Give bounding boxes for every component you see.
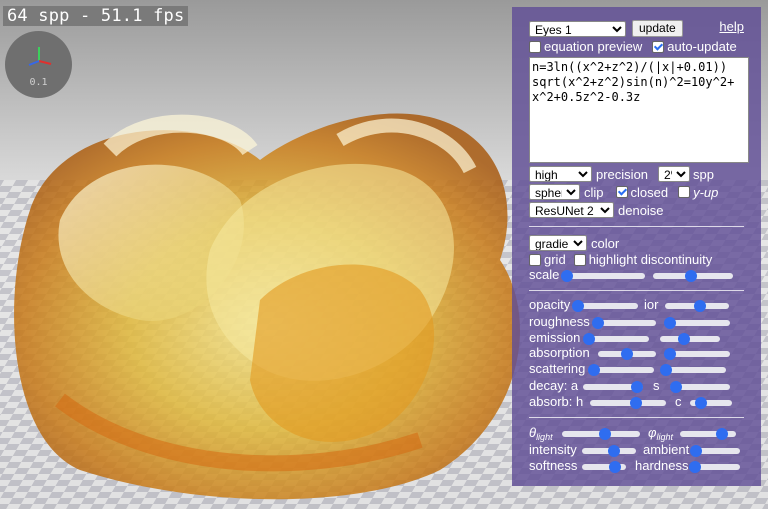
absorb-c-label: c (675, 394, 682, 409)
precision-label: precision (596, 166, 649, 182)
slider-thumb[interactable] (598, 428, 611, 440)
theta-subscript: light (536, 432, 553, 442)
theta-symbol: θ (529, 425, 537, 440)
axes-scale-label: 0.1 (29, 77, 48, 88)
softness-slider[interactable] (582, 461, 626, 473)
intensity-slider[interactable] (582, 445, 636, 457)
help-link[interactable]: help (719, 19, 744, 34)
scale-label: scale (529, 267, 560, 282)
slider-thumb[interactable] (694, 300, 707, 312)
ambient-slider[interactable] (690, 445, 740, 457)
divider (529, 417, 744, 418)
absorption-slider[interactable] (598, 348, 656, 360)
absorb-h-label: absorb: h (529, 394, 584, 409)
ior-label: ior (644, 297, 659, 312)
scale-slider-a[interactable] (561, 270, 645, 282)
hardness-slider[interactable] (689, 461, 740, 473)
opacity-slider[interactable] (572, 300, 638, 312)
slider-thumb[interactable] (678, 333, 690, 345)
auto-update-checkbox[interactable] (652, 40, 665, 53)
phi-light-label: φlight (648, 425, 673, 442)
slider-thumb[interactable] (572, 300, 584, 312)
slider-thumb[interactable] (592, 317, 604, 329)
slider-thumb[interactable] (690, 445, 702, 457)
slider-thumb[interactable] (631, 381, 643, 393)
slider-thumb[interactable] (664, 348, 676, 360)
absorption-label: absorption (529, 345, 590, 360)
preset-select[interactable]: Eyes 1 (529, 20, 626, 37)
scattering-slider-b[interactable] (660, 364, 726, 376)
y-up-label: y-up (693, 184, 719, 200)
slider-thumb[interactable] (608, 445, 621, 457)
scattering-label: scattering (529, 361, 586, 376)
axes-icon (28, 47, 52, 66)
hardness-label: hardness (635, 458, 689, 473)
absorb-h-slider[interactable] (590, 397, 666, 409)
slider-thumb[interactable] (694, 397, 707, 409)
decay-a-slider[interactable] (583, 381, 643, 393)
emission-label: emission (529, 330, 581, 345)
ior-slider[interactable] (665, 300, 729, 312)
ambient-label: ambient (643, 442, 690, 457)
color-label: color (591, 235, 620, 251)
intensity-label: intensity (529, 442, 577, 457)
opacity-label: opacity (529, 297, 571, 312)
softness-label: softness (529, 458, 578, 473)
clip-label: clip (584, 184, 604, 200)
denoise-label: denoise (618, 202, 664, 218)
scale-slider-b[interactable] (653, 270, 733, 282)
spp-select[interactable]: 2⁰ (658, 166, 691, 182)
scattering-slider[interactable] (588, 364, 654, 376)
spp-label: spp (693, 166, 714, 182)
grid-label: grid (544, 252, 566, 267)
decay-s-slider[interactable] (670, 381, 730, 393)
roughness-slider[interactable] (592, 317, 656, 329)
emission-slider[interactable] (583, 333, 649, 345)
phi-subscript: light (656, 432, 673, 442)
equation-input[interactable]: n=3ln((x^2+z^2)/(|x|+0.01)) sqrt(x^2+z^2… (529, 57, 749, 163)
y-up-checkbox[interactable] (678, 186, 691, 198)
divider (529, 290, 744, 291)
color-select[interactable]: gradient (529, 235, 587, 251)
roughness-label: roughness (529, 314, 590, 329)
auto-update-label: auto-update (667, 39, 737, 54)
stats-readout: 64 spp - 51.1 fps (3, 6, 189, 26)
theta-light-slider[interactable] (562, 428, 640, 440)
update-button[interactable]: update (632, 20, 683, 37)
decay-s-label: s (653, 378, 660, 393)
slider-thumb[interactable] (629, 397, 642, 409)
slider-thumb[interactable] (664, 317, 676, 329)
equation-preview-checkbox[interactable] (529, 40, 541, 53)
control-panel: Eyes 1 update help equation preview auto… (512, 7, 761, 486)
emission-slider-b[interactable] (660, 333, 720, 345)
precision-select[interactable]: high (529, 166, 592, 182)
denoise-select[interactable]: ResUNet 2 (529, 202, 614, 218)
slider-thumb[interactable] (588, 364, 600, 376)
phi-light-slider[interactable] (680, 428, 736, 440)
slider-thumb[interactable] (621, 348, 633, 360)
slider-thumb[interactable] (716, 428, 728, 440)
theta-light-label: θlight (529, 425, 553, 442)
highlight-discontinuity-label: highlight discontinuity (588, 252, 713, 267)
slider-thumb[interactable] (583, 333, 595, 345)
closed-checkbox[interactable] (615, 186, 628, 198)
slider-thumb[interactable] (660, 364, 672, 376)
slider-thumb[interactable] (561, 270, 573, 282)
highlight-discontinuity-checkbox[interactable] (573, 253, 586, 266)
divider (529, 226, 744, 227)
closed-label: closed (630, 184, 669, 200)
slider-thumb[interactable] (689, 461, 701, 473)
glass-surface (14, 113, 521, 500)
slider-thumb[interactable] (685, 270, 698, 282)
slider-thumb[interactable] (670, 381, 682, 393)
axes-gizmo[interactable]: 0.1 (5, 31, 72, 98)
decay-a-label: decay: a (529, 378, 579, 393)
slider-thumb[interactable] (609, 461, 621, 473)
absorb-c-slider[interactable] (690, 397, 732, 409)
clip-select[interactable]: sphere (529, 184, 580, 200)
equation-preview-label: equation preview (544, 39, 643, 54)
grid-checkbox[interactable] (529, 253, 541, 266)
roughness-slider-b[interactable] (664, 317, 730, 329)
absorption-slider-b[interactable] (664, 348, 730, 360)
